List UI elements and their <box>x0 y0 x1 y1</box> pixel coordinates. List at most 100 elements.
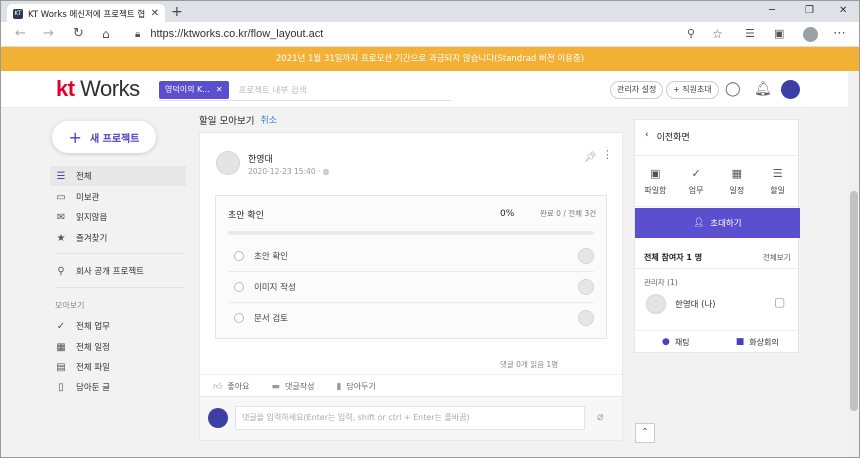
collection-heading: 모아보기 <box>55 301 85 310</box>
sidebar-item-saved-posts[interactable]: ▯ 담아둔 글 <box>50 377 186 397</box>
divider <box>55 287 185 288</box>
kt-works-logo[interactable]: kt Works <box>56 76 140 102</box>
chat-bubble-icon[interactable]: ◯ <box>725 81 741 97</box>
comment-button[interactable]: ▬ 댓글작성 <box>272 381 315 392</box>
file-icon: ▤ <box>56 361 66 373</box>
sidebar-item-all-tasks[interactable]: ✓ 전체 업무 <box>50 316 186 336</box>
minimize-icon[interactable]: ─ <box>769 5 775 16</box>
forward-icon[interactable]: → <box>43 26 54 42</box>
browser-tab[interactable]: KT KT Works 메신저에 프로젝트 협 ✕ <box>7 4 165 23</box>
more-options-icon[interactable]: ⋮ <box>602 149 613 160</box>
list-icon: ☰ <box>772 166 783 180</box>
sidebar-item-favorites[interactable]: ★ 즐겨찾기 <box>50 228 186 248</box>
profile-icon[interactable] <box>803 27 818 42</box>
right-tabs: ▣ 파일함 ✓ 업무 ▦ 일정 ☰ 할일 <box>635 155 798 207</box>
window-border <box>0 71 1 458</box>
tab-schedule[interactable]: ▦ 일정 <box>717 156 758 206</box>
tab-close-icon[interactable]: ✕ <box>151 8 159 19</box>
task-checkbox[interactable] <box>234 282 244 292</box>
comment-icon: ▬ <box>271 382 281 392</box>
assignee-avatar[interactable] <box>578 310 594 326</box>
calendar-icon: ▦ <box>731 166 743 180</box>
task-item[interactable]: 이미지 작성 <box>228 277 594 297</box>
bell-icon[interactable]: 🔔︎ <box>754 81 772 97</box>
like-button[interactable]: 👍︎ 좋아요 <box>213 381 250 392</box>
back-icon[interactable]: ← <box>15 26 26 42</box>
task-title: 초안 확인 <box>228 211 264 221</box>
admin-settings-button[interactable]: 관리자 설정 <box>610 81 664 99</box>
browser-nav-bar: ← → ↻ ⌂ 🔒︎ https://ktworks.co.kr/flow_la… <box>0 22 860 47</box>
pin-icon[interactable]: 📌︎ <box>584 152 597 163</box>
right-panel: ‹ 이전화면 ▣ 파일함 ✓ 업무 ▦ 일정 ☰ 할일 👤︎ 초대하기 전체 참여자 1… <box>634 119 800 353</box>
video-icon: ■ <box>735 337 745 347</box>
new-tab-button[interactable]: + <box>171 4 183 20</box>
maximize-icon[interactable]: ❐ <box>805 5 814 16</box>
invite-staff-button[interactable]: + 직원초대 <box>666 81 719 99</box>
attach-icon[interactable]: ⌀ <box>597 410 604 423</box>
member-count: 전체 참여자 1 명 <box>644 253 703 262</box>
sidebar-item-unread[interactable]: ✉ 읽지않음 <box>50 207 186 227</box>
sidebar-item-all-schedule[interactable]: ▦ 전체 일정 <box>50 337 186 357</box>
task-item[interactable]: 문서 검토 <box>228 308 594 328</box>
reload-icon[interactable]: ↻ <box>73 26 84 42</box>
task-percent: 0% <box>500 209 515 219</box>
divider <box>228 271 594 272</box>
sidebar-item-all-files[interactable]: ▤ 전체 파일 <box>50 357 186 377</box>
search-input[interactable]: 프로젝트 내부 검색 <box>239 84 307 96</box>
thumbs-up-icon: 👍︎ <box>213 382 223 392</box>
favorite-star-icon[interactable]: ☆ <box>712 26 723 42</box>
favorites-list-icon[interactable]: ☰ <box>745 26 755 42</box>
inbox-icon: ▭ <box>56 191 66 203</box>
save-button[interactable]: ▮ 담아두기 <box>336 381 375 392</box>
video-call-button[interactable]: ■ 화상회의 <box>717 331 799 353</box>
chat-button[interactable]: ● 채팅 <box>635 331 717 353</box>
chat-bubble-icon[interactable]: ▢ <box>774 295 785 309</box>
assignee-avatar[interactable] <box>578 248 594 264</box>
divider <box>228 302 594 303</box>
back-button[interactable]: ‹ 이전화면 <box>645 130 690 143</box>
tab-todos[interactable]: ☰ 할일 <box>757 156 798 206</box>
my-avatar <box>208 408 228 428</box>
author-avatar[interactable] <box>216 151 240 175</box>
home-icon[interactable]: ⌂ <box>102 26 110 42</box>
invite-button[interactable]: 👤︎ 초대하기 <box>635 208 800 238</box>
envelope-icon: ✉ <box>56 211 66 223</box>
project-chip[interactable]: 영덕이의 K... ✕ <box>159 80 229 99</box>
task-checkbox[interactable] <box>234 313 244 323</box>
view-all-link[interactable]: 전체보기 <box>763 252 791 263</box>
post-author[interactable]: 한영대 <box>248 152 273 165</box>
plus-icon: + <box>68 127 82 147</box>
address-bar[interactable]: 🔒︎ https://ktworks.co.kr/flow_layout.act <box>125 24 737 44</box>
sidebar-item-unarchived[interactable]: ▭ 미보관 <box>50 187 186 207</box>
project-search: 영덕이의 K... ✕ 프로젝트 내부 검색 <box>159 79 451 101</box>
member-avatar[interactable] <box>646 294 666 314</box>
comments-meta: 댓글 0개 읽음 1명 <box>500 360 559 369</box>
zoom-icon[interactable]: ⚲ <box>687 26 695 42</box>
user-avatar[interactable] <box>781 80 800 99</box>
chip-close-icon[interactable]: ✕ <box>216 81 223 99</box>
member-name[interactable]: 한영대 (나) <box>675 298 716 310</box>
collections-icon[interactable]: ▣ <box>774 26 784 42</box>
bookmark-icon: ▯ <box>58 381 64 393</box>
tab-files[interactable]: ▣ 파일함 <box>635 156 676 206</box>
close-window-icon[interactable]: ✕ <box>839 5 847 16</box>
browser-menu-icon[interactable]: ⋯ <box>833 26 846 42</box>
calendar-icon: ▦ <box>56 341 66 353</box>
divider <box>635 268 798 269</box>
check-icon: ✓ <box>56 320 66 332</box>
task-checkbox[interactable] <box>234 251 244 261</box>
comment-input[interactable]: 댓글을 입력하세요(Enter는 입력, shift or ctrl + Ent… <box>235 406 585 430</box>
scrollbar[interactable] <box>848 71 860 458</box>
cancel-link[interactable]: 취소 <box>260 113 277 127</box>
new-project-label: 새 프로젝트 <box>89 133 140 145</box>
scrollbar-thumb[interactable] <box>850 191 858 411</box>
tab-title: KT Works 메신저에 프로젝트 협 <box>28 9 146 20</box>
post-card: 한영대 2020-12-23 15:40 · ◍ 📌︎ ⋮ 초안 확인 0% 완… <box>199 132 623 397</box>
sidebar-item-all[interactable]: ☰ 전체 <box>50 166 186 186</box>
new-project-button[interactable]: + 새 프로젝트 <box>52 121 156 153</box>
assignee-avatar[interactable] <box>578 279 594 295</box>
tab-tasks[interactable]: ✓ 업무 <box>676 156 717 206</box>
task-item[interactable]: 초안 확인 <box>228 246 594 266</box>
scroll-to-top-button[interactable]: ⌃ <box>635 423 655 443</box>
sidebar-item-public-projects[interactable]: ⚲ 회사 공개 프로젝트 <box>50 261 186 281</box>
